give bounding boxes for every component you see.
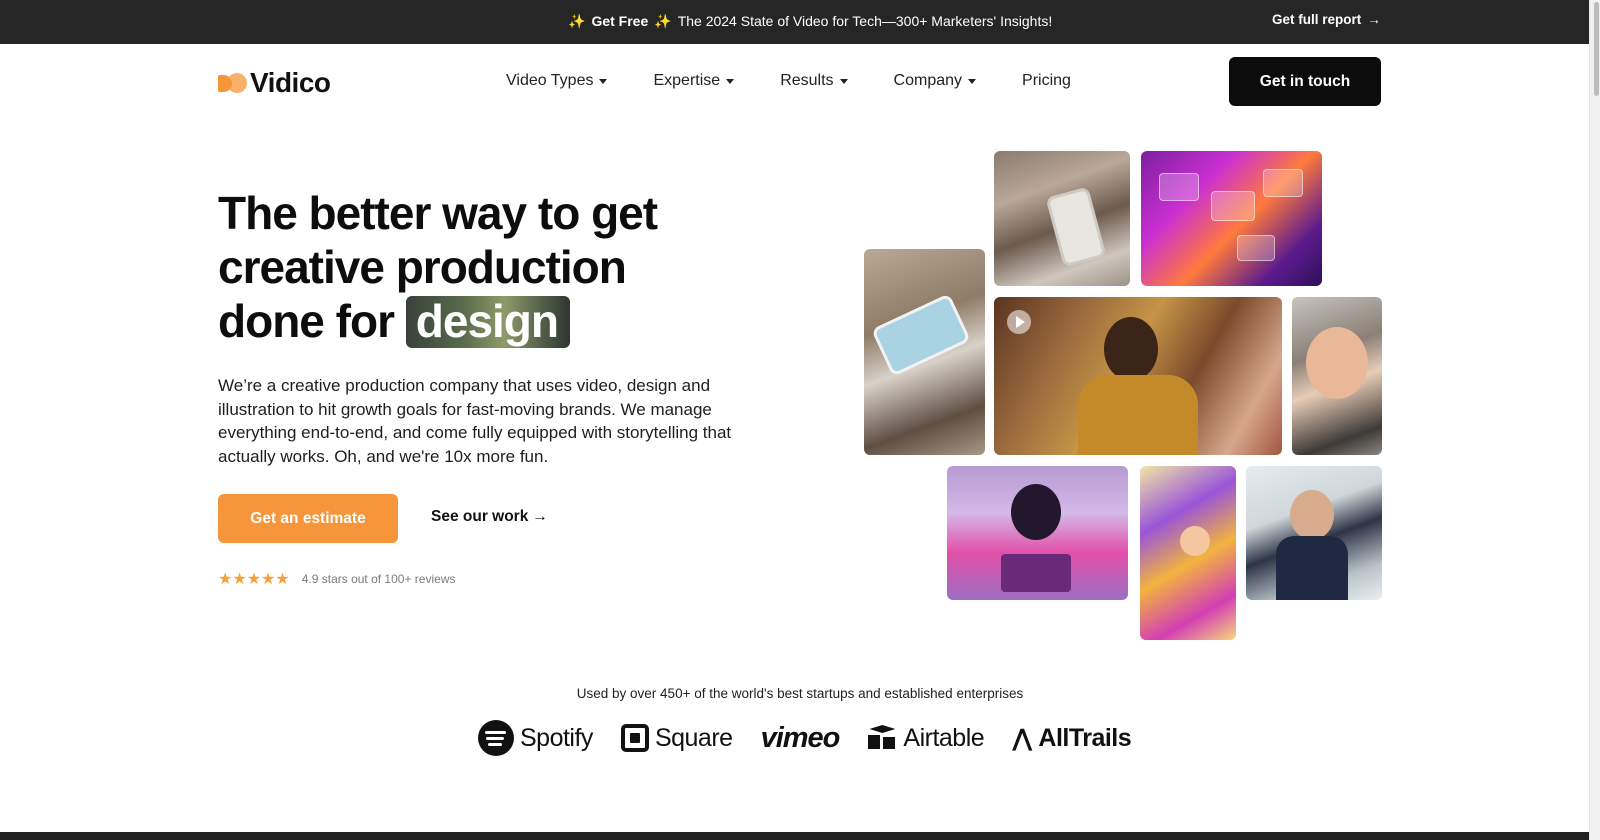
vimeo-logo: vimeo xyxy=(760,721,841,755)
scrollbar-thumb[interactable] xyxy=(1594,2,1599,96)
spotify-icon xyxy=(478,720,514,756)
airtable-logo: Airtable xyxy=(867,723,985,753)
vimeo-wordmark: vimeo xyxy=(760,721,841,754)
collage-image-businesswoman xyxy=(1246,466,1382,600)
announcement-bold: Get Free xyxy=(591,13,649,29)
square-wordmark: Square xyxy=(654,723,733,752)
rating-text: 4.9 stars out of 100+ reviews xyxy=(301,572,456,586)
nav-item-label: Expertise xyxy=(653,72,721,89)
spotify-wordmark: Spotify xyxy=(520,723,593,752)
get-estimate-button[interactable]: Get an estimate xyxy=(218,494,398,543)
main-nav: Video Types Expertise Results Company Pr… xyxy=(506,72,1071,90)
nav-item-results[interactable]: Results xyxy=(780,72,848,90)
nav-item-label: Company xyxy=(893,72,963,89)
collage-image-smiling-man xyxy=(1292,297,1382,455)
airtable-wordmark: Airtable xyxy=(903,723,985,752)
nav-item-expertise[interactable]: Expertise xyxy=(653,72,735,90)
collage-image-illustration-abstract xyxy=(1140,466,1236,640)
collage-image-3d-screens xyxy=(1141,151,1322,286)
announcement-text: The 2024 State of Video for Tech—300+ Ma… xyxy=(677,13,1053,29)
see-our-work-label: See our work xyxy=(431,508,529,525)
hero-title-line-3: done for design xyxy=(218,294,778,348)
logo[interactable]: Vidico xyxy=(218,67,331,99)
nav-item-video-types[interactable]: Video Types xyxy=(506,72,608,90)
nav-item-pricing[interactable]: Pricing xyxy=(1022,72,1071,90)
collage-image-card-payment xyxy=(864,249,985,455)
announcement-message[interactable]: ✨ Get Free ✨ The 2024 State of Video for… xyxy=(568,12,1052,30)
get-full-report-link[interactable]: Get full report → xyxy=(1272,12,1381,27)
collage-image-illustration-laptop xyxy=(947,466,1128,600)
rating: ★★★★★ 4.9 stars out of 100+ reviews xyxy=(218,569,455,589)
logo-text: Vidico xyxy=(250,67,331,98)
alltrails-icon: ⋀ xyxy=(1012,724,1033,752)
square-logo: Square xyxy=(620,723,733,753)
chevron-down-icon xyxy=(726,78,735,84)
play-icon[interactable] xyxy=(1007,310,1031,334)
star-icon: ★★★★★ xyxy=(218,571,290,588)
square-icon xyxy=(620,724,649,752)
collage-image-video-featured[interactable] xyxy=(994,297,1282,455)
nav-item-label: Pricing xyxy=(1022,72,1071,89)
next-section-edge xyxy=(0,832,1589,840)
nav-item-company[interactable]: Company xyxy=(893,72,977,90)
arrow-right-icon: → xyxy=(1367,12,1381,27)
alltrails-wordmark: AllTrails xyxy=(1038,723,1132,752)
report-link-label: Get full report xyxy=(1272,12,1362,27)
scrollbar-track[interactable] xyxy=(1589,0,1600,840)
get-in-touch-button[interactable]: Get in touch xyxy=(1229,57,1381,106)
hero-description: We’re a creative production company that… xyxy=(218,376,732,466)
spotify-logo: Spotify xyxy=(478,720,593,756)
alltrails-logo: ⋀ AllTrails xyxy=(1012,724,1131,753)
chevron-down-icon xyxy=(968,78,977,84)
hero-title: The better way to get creative productio… xyxy=(218,186,778,348)
hero-highlight-word: design xyxy=(405,296,571,348)
announcement-bar: ✨ Get Free ✨ The 2024 State of Video for… xyxy=(0,0,1600,44)
trusted-by-text: Used by over 450+ of the world's best st… xyxy=(576,686,1024,701)
sparkle-icon: ✨ xyxy=(654,13,672,29)
client-logos: Spotify Square vimeo Airtable ⋀ AllTrail… xyxy=(478,720,1132,756)
hero-title-line-2: creative production xyxy=(218,241,627,293)
arrow-right-icon: → xyxy=(532,508,548,525)
see-our-work-link[interactable]: See our work → xyxy=(431,508,548,526)
chevron-down-icon xyxy=(599,78,608,84)
collage-image-phone-user xyxy=(994,151,1130,286)
chevron-down-icon xyxy=(839,78,848,84)
nav-item-label: Video Types xyxy=(506,72,594,89)
airtable-icon xyxy=(867,725,897,751)
hero-title-prefix: done for xyxy=(218,295,406,347)
nav-item-label: Results xyxy=(780,72,834,89)
hero-title-line-1: The better way to get xyxy=(218,187,658,239)
logo-mark-icon xyxy=(218,72,247,94)
sparkle-icon: ✨ xyxy=(568,13,586,29)
